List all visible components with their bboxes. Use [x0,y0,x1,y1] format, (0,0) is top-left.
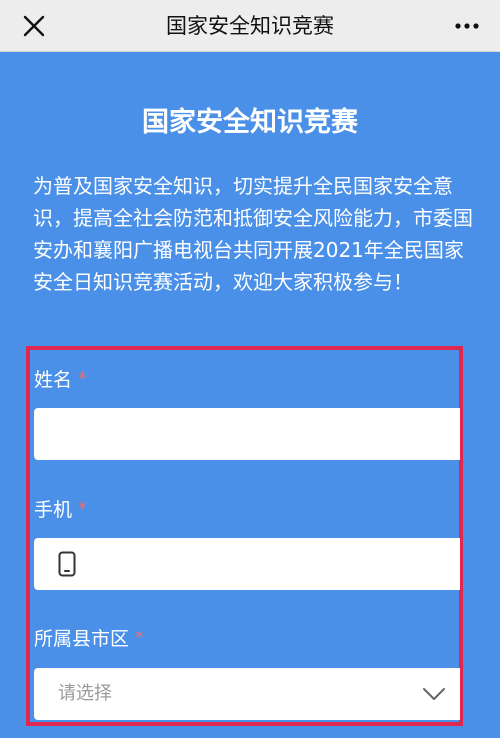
name-label: 姓名 * [34,366,87,393]
district-select-placeholder: 请选择 [58,683,112,704]
topbar-title: 国家安全知识竞赛 [166,14,334,38]
required-mark: * [78,369,87,389]
phone-label-text: 手机 [34,499,73,521]
top-bar: 国家安全知识竞赛 [0,0,500,52]
district-label-text: 所属县市区 [34,628,130,650]
more-button[interactable] [454,18,480,34]
more-icon [455,23,479,29]
name-input[interactable] [34,408,460,460]
close-button[interactable] [22,14,46,38]
name-label-text: 姓名 [34,369,73,391]
district-select[interactable]: 请选择 [34,668,460,720]
required-mark: * [78,499,87,519]
district-label: 所属县市区 * [34,625,144,652]
phone-input[interactable] [34,538,460,590]
intro-text: 为普及国家安全知识，切实提升全民国家安全意识，提高全社会防范和抵御安全风险能力，… [33,174,473,294]
mobile-phone-icon [58,551,76,577]
required-mark: * [135,628,144,648]
close-icon [23,15,45,37]
phone-label: 手机 * [34,496,87,523]
chevron-down-icon [422,686,446,702]
page-title: 国家安全知识竞赛 [142,107,358,138]
